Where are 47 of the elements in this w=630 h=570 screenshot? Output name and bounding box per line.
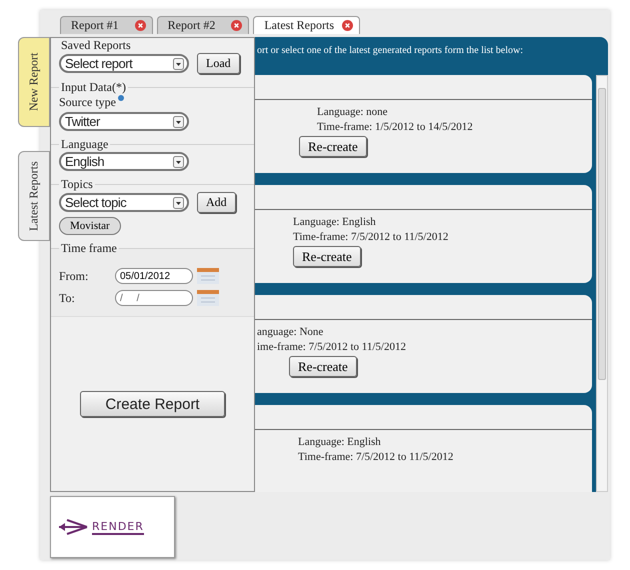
recreate-button[interactable]: Re-create xyxy=(293,246,361,267)
calendar-icon[interactable] xyxy=(197,290,219,306)
report-select[interactable]: Select report xyxy=(59,54,189,73)
fieldset-legend: Language xyxy=(59,137,110,152)
report-time-frame: Time-frame: 7/5/2012 to 11/5/2012 xyxy=(298,451,454,463)
date-field[interactable]: / / xyxy=(115,290,193,306)
tab[interactable]: Latest Reports xyxy=(253,16,360,34)
side-tab[interactable]: New Report xyxy=(18,37,50,127)
info-icon[interactable] xyxy=(118,95,124,101)
close-icon[interactable] xyxy=(231,20,242,31)
calendar-icon[interactable] xyxy=(197,268,219,284)
dropdown-caret-icon xyxy=(173,196,184,208)
recreate-button[interactable]: Re-create xyxy=(289,356,357,377)
date-field[interactable]: 05/01/2012 xyxy=(115,268,193,284)
report-language: Language: none xyxy=(317,106,388,118)
logo: RENDER xyxy=(50,496,175,558)
fieldset-legend: Saved Reports xyxy=(59,38,133,53)
fieldset-legend: Topics xyxy=(59,177,95,192)
report-language: anguage: None xyxy=(257,326,324,338)
source-select[interactable]: Twitter xyxy=(59,112,189,131)
fieldset-legend: Time frame xyxy=(59,241,119,256)
fieldset-legend: Input Data(*) xyxy=(59,80,128,95)
side-tab[interactable]: Latest Reports xyxy=(18,151,50,241)
language-select[interactable]: English xyxy=(59,152,189,171)
field-label: From: xyxy=(59,268,90,284)
field-label: To: xyxy=(59,290,76,306)
recreate-button[interactable]: Re-create xyxy=(299,136,367,157)
report-time-frame: Time-frame: 1/5/2012 to 14/5/2012 xyxy=(317,121,473,133)
dropdown-caret-icon xyxy=(173,116,184,128)
topic-chip[interactable]: Movistar xyxy=(59,217,121,235)
create-report-button[interactable]: Create Report xyxy=(80,391,225,417)
tab[interactable]: Report #2 xyxy=(156,16,250,34)
report-time-frame: Time-frame: 7/5/2012 to 11/5/2012 xyxy=(293,231,448,243)
close-icon[interactable] xyxy=(134,20,146,31)
add-button[interactable]: Add xyxy=(197,192,236,213)
report-time-frame: ime-frame: 7/5/2012 to 11/5/2012 xyxy=(257,341,406,353)
dropdown-caret-icon xyxy=(173,156,184,168)
tab[interactable]: Report #1 xyxy=(60,16,153,34)
load-button[interactable]: Load xyxy=(197,53,240,74)
scrollbar[interactable] xyxy=(596,75,608,492)
report-language: Language: English xyxy=(298,436,381,448)
dropdown-caret-icon xyxy=(173,58,184,70)
report-language: Language: English xyxy=(293,216,376,228)
topic-select[interactable]: Select topic xyxy=(59,193,189,212)
close-icon[interactable] xyxy=(342,20,353,31)
field-label: Source type xyxy=(59,95,116,110)
intro-text: ort or select one of the latest generated reports form the list below: xyxy=(256,44,524,58)
